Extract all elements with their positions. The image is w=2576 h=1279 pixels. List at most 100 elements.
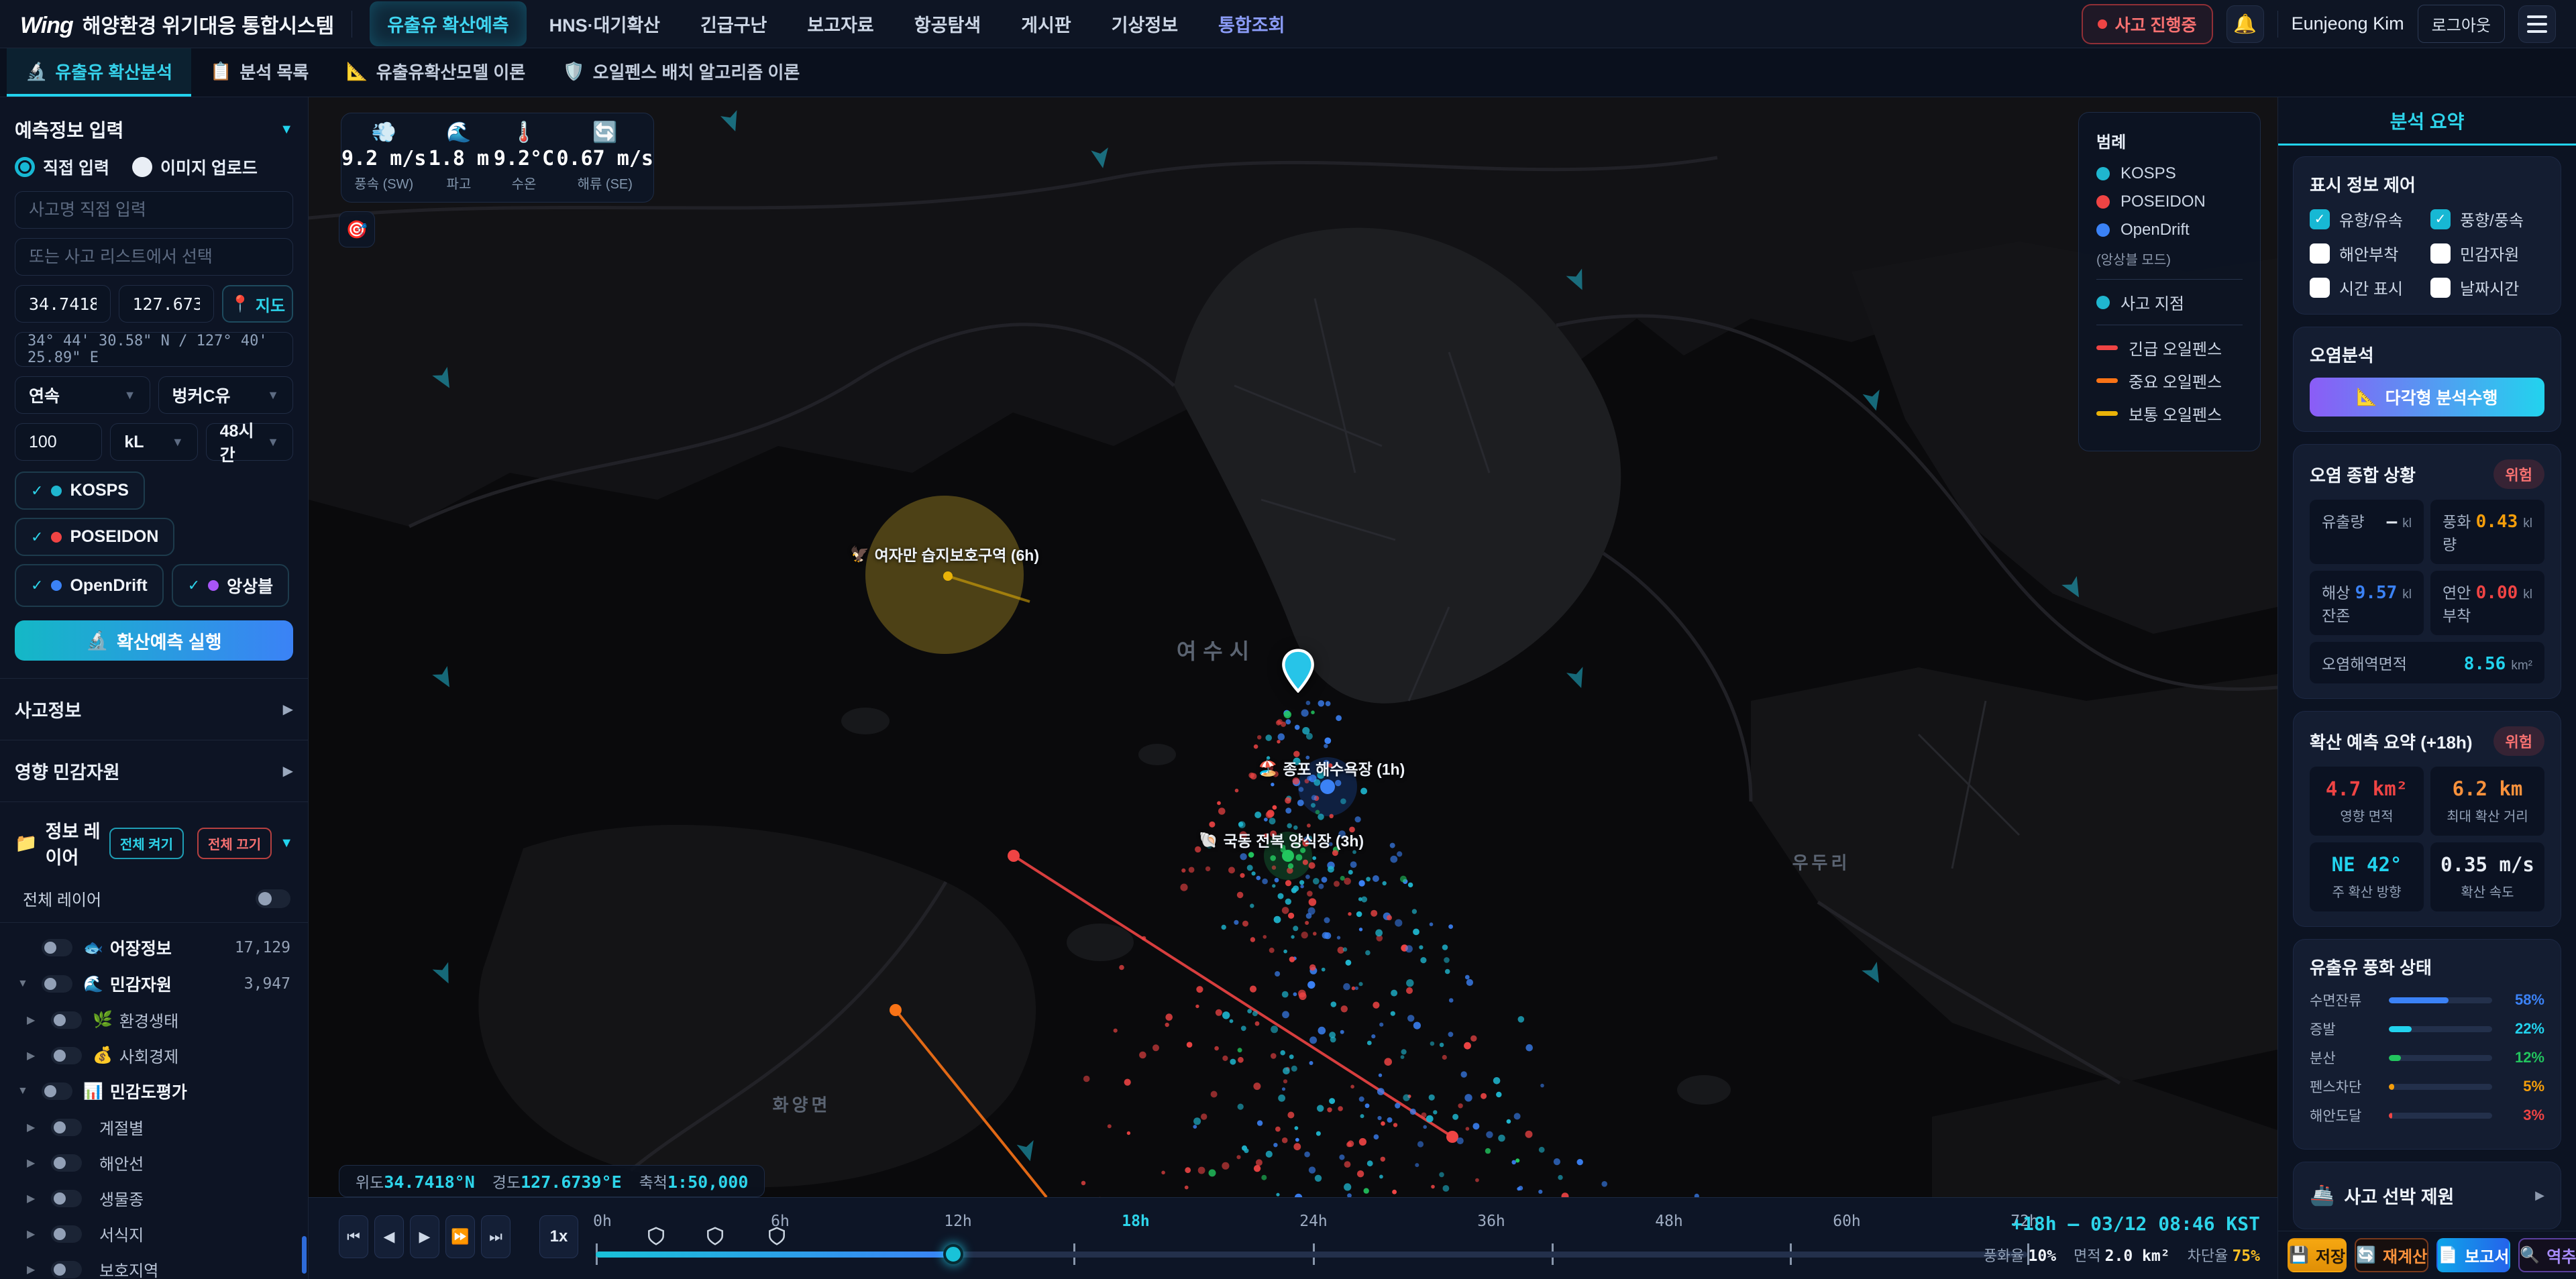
layer-toggle[interactable]	[51, 1118, 82, 1136]
sidebar-section-impact-resources[interactable]: 영향 민감자원 ▶	[0, 740, 308, 801]
nav-menu-item[interactable]: 보고자료	[790, 1, 891, 46]
playback-button[interactable]: ▶	[410, 1215, 439, 1258]
timeline-tick-label[interactable]: 12h	[944, 1213, 972, 1230]
farm-marker-label[interactable]: 🐚 국동 전복 양식장 (3h)	[1199, 828, 1364, 851]
display-option-checkbox[interactable]: ✓ 풍향/풍속	[2430, 207, 2544, 231]
spill-type-select[interactable]: 연속 ▼	[15, 376, 150, 414]
sidebar-section-incident-info[interactable]: 사고정보 ▶	[0, 678, 308, 740]
model-chip[interactable]: ✓ KOSPS	[15, 471, 145, 510]
radio-direct-input[interactable]: 직접 입력	[15, 155, 109, 179]
layer-row[interactable]: ▶ 🌿 환경생태	[11, 1002, 297, 1038]
map-canvas[interactable]: 💨 9.2 m/s 풍속 (SW) 🌊 1.8 m 파고 🌡️ 9.2°C 수온…	[309, 97, 2277, 1197]
layer-row[interactable]: ▼ 🌊 민감자원 3,947	[11, 966, 297, 1002]
layer-toggle[interactable]	[51, 1189, 82, 1207]
tree-arrow-icon[interactable]: ▼	[17, 1085, 35, 1097]
incident-name-input[interactable]	[15, 191, 293, 229]
oilfence-marker-icon[interactable]	[768, 1226, 786, 1246]
oilfence-marker-icon[interactable]	[706, 1226, 724, 1246]
model-chip[interactable]: ✓ 앙상블	[171, 564, 290, 607]
all-layers-toggle[interactable]	[256, 889, 290, 908]
timeline-tick-label[interactable]: 0h	[593, 1213, 612, 1230]
action-button[interactable]: 🔍 역추적	[2518, 1238, 2576, 1272]
oil-type-select[interactable]: 벙커C유 ▼	[158, 376, 293, 414]
logout-button[interactable]: 로그아웃	[2417, 5, 2505, 43]
playback-button[interactable]: ◀	[374, 1215, 404, 1258]
beach-marker-label[interactable]: 🏖️ 종포 해수욕장 (1h)	[1258, 757, 1405, 779]
tree-arrow-icon[interactable]: ▶	[27, 1156, 44, 1170]
model-chip[interactable]: ✓ OpenDrift	[15, 564, 164, 607]
layer-row[interactable]: ▶ 생물종	[11, 1180, 297, 1216]
display-option-checkbox[interactable]: ✓ 날짜시간	[2430, 276, 2544, 299]
notifications-button[interactable]: 🔔	[2226, 5, 2264, 43]
incident-list-input[interactable]	[15, 238, 293, 276]
tab[interactable]: 📋 분석 목록	[191, 48, 327, 97]
action-button[interactable]: 💾 저장	[2288, 1238, 2347, 1272]
layer-row[interactable]: 🐟 어장정보 17,129	[11, 930, 297, 966]
display-option-checkbox[interactable]: ✓ 민감자원	[2430, 241, 2544, 265]
timeline-thumb[interactable]	[943, 1244, 963, 1264]
layer-row[interactable]: ▼ 📊 민감도평가	[11, 1073, 297, 1109]
menu-button[interactable]	[2518, 5, 2556, 43]
playback-button[interactable]: ⏭	[481, 1215, 511, 1258]
tree-arrow-icon[interactable]: ▶	[27, 1192, 44, 1205]
nav-menu-item[interactable]: 통합조회	[1201, 1, 1302, 46]
oilfence-marker-icon[interactable]	[647, 1226, 665, 1246]
layer-toggle[interactable]	[42, 975, 72, 993]
tab[interactable]: 🛡️ 오일펜스 배치 알고리즘 이론	[544, 48, 818, 97]
layer-row[interactable]: ▶ 계절별	[11, 1109, 297, 1145]
layer-toggle[interactable]	[51, 1154, 82, 1172]
layer-toggle[interactable]	[51, 1046, 82, 1064]
latitude-input[interactable]	[15, 285, 111, 323]
longitude-input[interactable]	[118, 285, 214, 323]
layer-row[interactable]: ▶ 서식지	[11, 1216, 297, 1252]
timeline-tick-label[interactable]: 60h	[1833, 1213, 1861, 1230]
action-button[interactable]: 🔄 재계산	[2355, 1238, 2429, 1272]
playback-button[interactable]: ⏩	[445, 1215, 475, 1258]
all-layers-on-button[interactable]: 전체 켜기	[109, 827, 184, 859]
playback-button[interactable]: ⏮	[339, 1215, 368, 1258]
polygon-analysis-button[interactable]: 📐 다각형 분석수행	[2310, 378, 2544, 416]
layer-row[interactable]: ▶ 보호지역	[11, 1252, 297, 1279]
collapse-icon[interactable]: ▼	[280, 836, 293, 851]
action-button[interactable]: 📄 보고서	[2436, 1238, 2511, 1272]
layer-toggle[interactable]	[42, 939, 72, 956]
amount-input[interactable]	[15, 423, 103, 461]
vessel-spec-card[interactable]: 🚢 사고 선박 제원 ▶	[2293, 1162, 2561, 1229]
layer-toggle[interactable]	[51, 1260, 82, 1278]
nav-menu-item[interactable]: 긴급구난	[683, 1, 784, 46]
wetland-marker-label[interactable]: 🦅 여자만 습지보호구역 (6h)	[850, 543, 1039, 565]
target-tool-button[interactable]: 🎯	[339, 211, 375, 247]
tab[interactable]: 📐 유출유확산모델 이론	[327, 48, 544, 97]
layer-toggle[interactable]	[42, 1082, 72, 1100]
all-layers-off-button[interactable]: 전체 끄기	[197, 827, 272, 859]
duration-select[interactable]: 48시간 ▼	[205, 422, 293, 465]
radio-image-upload[interactable]: 이미지 업로드	[131, 155, 258, 179]
layer-toggle[interactable]	[51, 1011, 82, 1029]
tree-arrow-icon[interactable]: ▶	[27, 1263, 44, 1276]
incident-pin-icon[interactable]	[1281, 649, 1316, 693]
tab[interactable]: 🔬 유출유 확산분석	[7, 48, 192, 97]
timeline-tick-label[interactable]: 36h	[1477, 1213, 1505, 1230]
display-option-checkbox[interactable]: ✓ 유향/유속	[2310, 207, 2424, 231]
collapse-icon[interactable]: ▼	[280, 122, 293, 137]
timeline-tick-label[interactable]: 48h	[1655, 1213, 1683, 1230]
nav-menu-item[interactable]: 항공탐색	[897, 1, 998, 46]
nav-menu-item[interactable]: 유출유 확산예측	[370, 1, 527, 46]
timeline-track[interactable]	[596, 1252, 2027, 1258]
speed-button[interactable]: 1x	[539, 1215, 578, 1258]
layer-toggle[interactable]	[51, 1225, 82, 1243]
layer-row[interactable]: ▶ 해안선	[11, 1145, 297, 1180]
timeline-tick-label[interactable]: 18h	[1122, 1213, 1150, 1230]
model-chip[interactable]: ✓ POSEIDON	[15, 518, 175, 556]
timeline-tick-label[interactable]: 24h	[1299, 1213, 1328, 1230]
display-option-checkbox[interactable]: ✓ 해안부착	[2310, 241, 2424, 265]
tree-arrow-icon[interactable]: ▶	[27, 1227, 44, 1241]
tree-arrow-icon[interactable]: ▼	[17, 978, 35, 990]
nav-menu-item[interactable]: 게시판	[1004, 1, 1089, 46]
display-option-checkbox[interactable]: ✓ 시간 표시	[2310, 276, 2424, 299]
sidebar-scrollbar[interactable]	[302, 1236, 307, 1274]
nav-menu-item[interactable]: HNS·대기확산	[532, 1, 678, 46]
unit-select[interactable]: kL ▼	[110, 423, 198, 461]
pick-on-map-button[interactable]: 📍 지도	[222, 285, 293, 323]
tree-arrow-icon[interactable]: ▶	[27, 1013, 44, 1027]
